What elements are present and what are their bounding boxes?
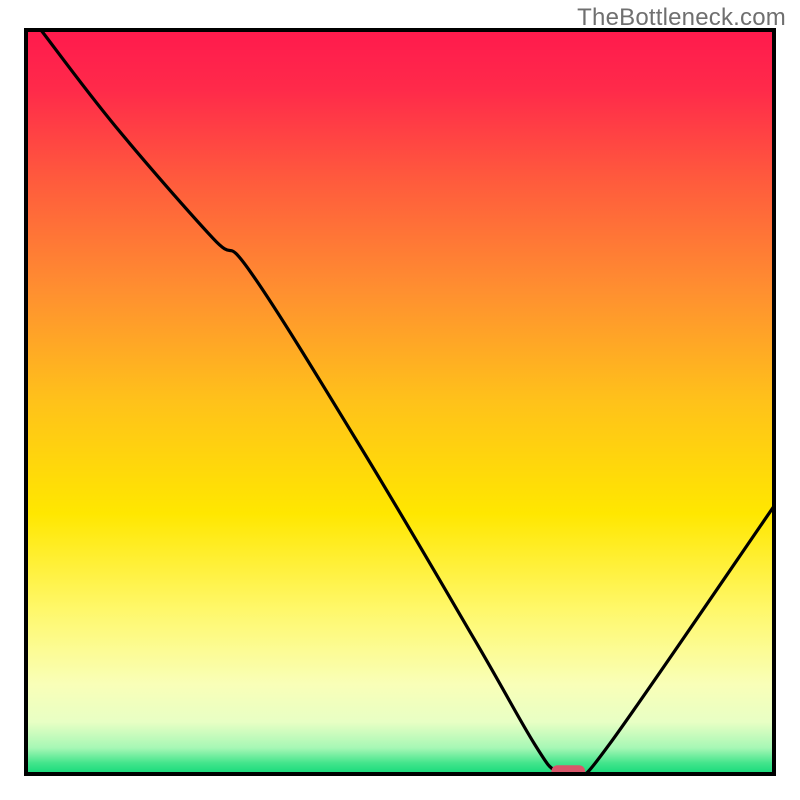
optimal-marker [551, 765, 585, 778]
chart-stage: TheBottleneck.com [0, 0, 800, 800]
plot-area [26, 30, 774, 778]
watermark-text: TheBottleneck.com [577, 4, 786, 32]
gradient-background [26, 30, 774, 774]
bottleneck-chart-svg [0, 0, 800, 800]
